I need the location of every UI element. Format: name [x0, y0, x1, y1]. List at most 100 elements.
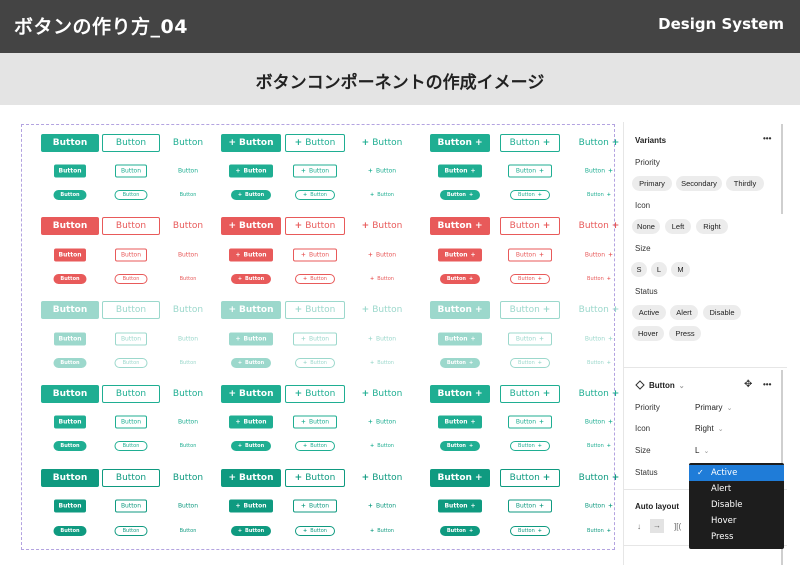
button-sec-s[interactable]: Button: [114, 526, 148, 536]
button-thi-m-icon-left[interactable]: + Button: [360, 500, 404, 513]
button-thi-m[interactable]: Button: [172, 249, 204, 262]
button-sec-l-icon-left[interactable]: + Button: [285, 134, 345, 152]
button-thi-l[interactable]: Button: [159, 217, 217, 235]
button-sec-s-icon-left[interactable]: + Button: [295, 526, 335, 536]
button-sec-m[interactable]: Button: [115, 248, 147, 262]
button-thi-m-icon-right[interactable]: Button +: [577, 333, 621, 346]
button-pri-m[interactable]: Button: [54, 415, 86, 429]
button-thi-l-icon-right[interactable]: Button +: [569, 385, 629, 403]
button-pri-l[interactable]: Button: [41, 134, 99, 152]
button-sec-l[interactable]: Button: [102, 134, 160, 152]
button-pri-s-icon-left[interactable]: + Button: [231, 441, 271, 451]
button-sec-l-icon-left[interactable]: + Button: [285, 217, 345, 235]
button-pri-l-icon-left[interactable]: + Button: [221, 217, 281, 235]
move-icon[interactable]: ✥: [744, 379, 752, 390]
button-pri-s[interactable]: Button: [53, 358, 87, 368]
button-pri-l[interactable]: Button: [41, 217, 99, 235]
button-thi-s[interactable]: Button: [172, 441, 205, 451]
button-pri-m-icon-left[interactable]: + Button: [229, 332, 273, 346]
button-thi-l-icon-right[interactable]: Button +: [569, 217, 629, 235]
button-thi-l-icon-left[interactable]: + Button: [352, 301, 412, 319]
dropdown-option-hover[interactable]: Hover: [689, 513, 784, 529]
button-pri-m[interactable]: Button: [54, 164, 86, 178]
dropdown-option-active[interactable]: ✓ Active: [689, 465, 784, 481]
button-sec-s[interactable]: Button: [114, 358, 148, 368]
button-sec-l[interactable]: Button: [102, 469, 160, 487]
button-thi-l-icon-left[interactable]: + Button: [352, 134, 412, 152]
button-thi-m[interactable]: Button: [172, 333, 204, 346]
button-pri-s-icon-left[interactable]: + Button: [231, 526, 271, 536]
button-thi-l[interactable]: Button: [159, 134, 217, 152]
button-thi-s-icon-left[interactable]: + Button: [362, 526, 402, 536]
size-select[interactable]: L ⌄: [695, 446, 709, 455]
button-pri-l-icon-left[interactable]: + Button: [221, 134, 281, 152]
button-thi-l[interactable]: Button: [159, 469, 217, 487]
variant-option-press[interactable]: Press: [669, 326, 701, 341]
button-pri-s[interactable]: Button: [53, 274, 87, 284]
button-thi-s-icon-left[interactable]: + Button: [362, 441, 402, 451]
button-thi-s-icon-right[interactable]: Button +: [579, 274, 619, 284]
status-dropdown[interactable]: ✓ Active Alert Disable Hover Press: [689, 463, 784, 549]
button-thi-m-icon-right[interactable]: Button +: [577, 249, 621, 262]
button-sec-m-icon-left[interactable]: + Button: [293, 332, 337, 346]
dropdown-option-press[interactable]: Press: [689, 529, 784, 545]
button-sec-m-icon-right[interactable]: Button +: [508, 499, 552, 513]
button-sec-m[interactable]: Button: [115, 332, 147, 346]
button-pri-s-icon-right[interactable]: Button +: [440, 441, 480, 451]
button-thi-m-icon-right[interactable]: Button +: [577, 165, 621, 178]
button-sec-m-icon-left[interactable]: + Button: [293, 499, 337, 513]
variant-option-right[interactable]: Right: [696, 219, 728, 234]
button-sec-m-icon-left[interactable]: + Button: [293, 248, 337, 262]
button-pri-l-icon-right[interactable]: Button +: [430, 385, 490, 403]
button-thi-s[interactable]: Button: [172, 358, 205, 368]
priority-select[interactable]: Primary ⌄: [695, 403, 732, 412]
button-thi-s-icon-right[interactable]: Button +: [579, 190, 619, 200]
button-pri-m-icon-left[interactable]: + Button: [229, 499, 273, 513]
icon-select[interactable]: Right ⌄: [695, 424, 724, 433]
button-sec-s-icon-right[interactable]: Button +: [510, 526, 550, 536]
variant-option-alert[interactable]: Alert: [670, 305, 698, 320]
button-pri-s-icon-left[interactable]: + Button: [231, 358, 271, 368]
button-pri-m[interactable]: Button: [54, 332, 86, 346]
panel-scrollbar[interactable]: [781, 124, 783, 214]
button-thi-m[interactable]: Button: [172, 500, 204, 513]
instance-more-icon[interactable]: •••: [763, 380, 771, 389]
button-sec-l-icon-right[interactable]: Button +: [500, 134, 560, 152]
button-pri-m-icon-right[interactable]: Button +: [438, 415, 482, 429]
button-pri-l-icon-right[interactable]: Button +: [430, 134, 490, 152]
button-thi-s-icon-right[interactable]: Button +: [579, 526, 619, 536]
button-thi-s-icon-left[interactable]: + Button: [362, 358, 402, 368]
button-thi-s-icon-right[interactable]: Button +: [579, 358, 619, 368]
button-pri-s[interactable]: Button: [53, 441, 87, 451]
dropdown-option-disable[interactable]: Disable: [689, 497, 784, 513]
variant-option-thirdly[interactable]: Thirdly: [726, 176, 764, 191]
button-sec-s[interactable]: Button: [114, 190, 148, 200]
button-pri-m-icon-right[interactable]: Button +: [438, 499, 482, 513]
button-pri-l-icon-left[interactable]: + Button: [221, 301, 281, 319]
button-thi-m-icon-left[interactable]: + Button: [360, 333, 404, 346]
button-sec-l-icon-left[interactable]: + Button: [285, 301, 345, 319]
variants-more-icon[interactable]: •••: [763, 134, 771, 143]
variant-option-primary[interactable]: Primary: [632, 176, 672, 191]
button-pri-m[interactable]: Button: [54, 499, 86, 513]
variant-option-active[interactable]: Active: [632, 305, 666, 320]
button-thi-l-icon-right[interactable]: Button +: [569, 301, 629, 319]
button-thi-l-icon-left[interactable]: + Button: [352, 385, 412, 403]
arrow-right-icon[interactable]: →: [650, 519, 664, 533]
button-sec-l-icon-right[interactable]: Button +: [500, 217, 560, 235]
button-sec-m[interactable]: Button: [115, 415, 147, 429]
button-thi-s[interactable]: Button: [172, 190, 205, 200]
button-sec-s[interactable]: Button: [114, 274, 148, 284]
button-pri-l-icon-right[interactable]: Button +: [430, 469, 490, 487]
variant-option-secondary[interactable]: Secondary: [676, 176, 722, 191]
instance-name[interactable]: Button ⌄: [649, 381, 685, 390]
button-pri-s-icon-right[interactable]: Button +: [440, 526, 480, 536]
button-pri-m-icon-right[interactable]: Button +: [438, 164, 482, 178]
button-thi-s[interactable]: Button: [172, 526, 205, 536]
dropdown-option-alert[interactable]: Alert: [689, 481, 784, 497]
variant-option-left[interactable]: Left: [665, 219, 691, 234]
spacing-icon[interactable]: ][(: [674, 522, 681, 531]
button-thi-l-icon-right[interactable]: Button +: [569, 469, 629, 487]
variant-option-l[interactable]: L: [651, 262, 667, 277]
button-sec-m[interactable]: Button: [115, 164, 147, 178]
